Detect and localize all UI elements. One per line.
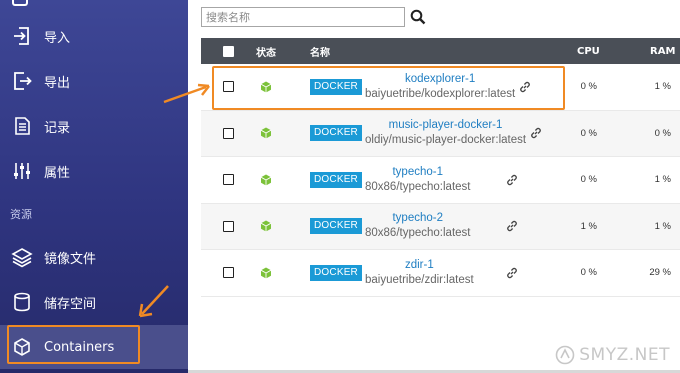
- link-icon[interactable]: [529, 126, 543, 140]
- link-icon[interactable]: [505, 219, 519, 233]
- row-checkbox[interactable]: [223, 127, 234, 139]
- search-input[interactable]: [201, 7, 405, 27]
- watermark-text: SMYZ.NET: [579, 345, 670, 365]
- sidebar-item-label: 属性: [44, 165, 71, 181]
- table-row[interactable]: DOCKER typecho-1 80x86/typecho:latest 0 …: [201, 157, 680, 204]
- select-all-checkbox[interactable]: [223, 46, 234, 57]
- container-image: 80x86/typecho:latest: [365, 180, 471, 193]
- container-name-link[interactable]: typecho-2: [392, 211, 443, 226]
- ram-value: 0 %: [654, 127, 671, 139]
- container-name-link[interactable]: zdir-1: [405, 258, 434, 273]
- sidebar-item-label: 镜像文件: [44, 251, 97, 267]
- docker-badge: DOCKER: [310, 125, 362, 142]
- container-name-link[interactable]: kodexplorer-1: [405, 72, 475, 87]
- running-status-icon: [260, 220, 272, 232]
- container-name-block: kodexplorer-1 baiyuetribe/kodexplorer:la…: [365, 64, 515, 110]
- sidebar-item-import[interactable]: 导入: [0, 14, 188, 58]
- container-name-block: zdir-1 baiyuetribe/zdir:latest: [365, 250, 474, 296]
- watermark-logo-icon: [555, 345, 575, 365]
- header-status: 状态: [256, 47, 276, 59]
- watermark: SMYZ.NET: [555, 345, 670, 365]
- link-icon[interactable]: [505, 266, 519, 280]
- header-ram: RAM: [650, 45, 676, 57]
- sidebar-item-images[interactable]: 镜像文件: [0, 235, 188, 279]
- link-icon[interactable]: [505, 173, 519, 187]
- partial-icon: [12, 0, 28, 6]
- ram-value: 1 %: [654, 220, 671, 232]
- docker-badge: DOCKER: [310, 78, 362, 95]
- search-icon: [410, 9, 426, 25]
- sidebar-item-export[interactable]: 导出: [0, 59, 188, 103]
- sidebar-item-log[interactable]: 记录: [0, 104, 188, 148]
- container-image: oldiy/music-player-docker:latest: [365, 134, 527, 147]
- running-status-icon: [260, 174, 272, 186]
- container-image: baiyuetribe/zdir:latest: [365, 273, 474, 286]
- ram-value: 1 %: [654, 81, 671, 93]
- row-checkbox[interactable]: [223, 81, 234, 93]
- main-panel: 状态 名称 CPU RAM DOCKER kodexplorer-1 baiyu…: [163, 0, 680, 373]
- section-label-resources: 资源: [10, 208, 32, 221]
- row-checkbox[interactable]: [223, 174, 234, 186]
- sidebar-item-properties[interactable]: 属性: [0, 149, 188, 193]
- search-bar: [201, 7, 429, 27]
- layers-icon: [10, 245, 34, 269]
- row-checkbox[interactable]: [223, 220, 234, 232]
- cube-icon: [10, 335, 34, 359]
- table-row[interactable]: DOCKER zdir-1 baiyuetribe/zdir:latest 0 …: [201, 250, 680, 297]
- cpu-value: 1 %: [580, 220, 597, 232]
- cpu-value: 0 %: [580, 127, 597, 139]
- table-header: 状态 名称 CPU RAM: [201, 38, 680, 64]
- cpu-value: 0 %: [580, 267, 597, 279]
- export-icon: [10, 69, 34, 93]
- sidebar-item-label: Containers: [44, 339, 115, 355]
- running-status-icon: [260, 127, 272, 139]
- header-name: 名称: [310, 47, 330, 59]
- container-image: baiyuetribe/kodexplorer:latest: [365, 87, 516, 100]
- sidebar-item-label: 导出: [44, 75, 71, 91]
- cpu-value: 0 %: [580, 81, 597, 93]
- sidebar-item-label: 记录: [44, 120, 71, 136]
- table-row[interactable]: DOCKER kodexplorer-1 baiyuetribe/kodexpl…: [201, 64, 680, 111]
- container-name-link[interactable]: music-player-docker-1: [389, 118, 503, 133]
- cpu-value: 0 %: [580, 174, 597, 186]
- import-icon: [10, 24, 34, 48]
- docker-badge: DOCKER: [310, 218, 362, 235]
- container-name-block: typecho-2 80x86/typecho:latest: [365, 204, 471, 250]
- container-name-block: typecho-1 80x86/typecho:latest: [365, 157, 471, 203]
- sidebar: 导入 导出 记录 属性 资源 镜像文件 储存空间 Containers: [0, 0, 188, 373]
- table-row[interactable]: DOCKER typecho-2 80x86/typecho:latest 1 …: [201, 203, 680, 250]
- container-name-block: music-player-docker-1 oldiy/music-player…: [365, 111, 526, 157]
- sidebar-item-containers[interactable]: Containers: [0, 325, 188, 369]
- table-row[interactable]: DOCKER music-player-docker-1 oldiy/music…: [201, 110, 680, 157]
- sidebar-item-label: 导入: [44, 30, 71, 46]
- docker-badge: DOCKER: [310, 264, 362, 281]
- properties-icon: [10, 159, 34, 183]
- running-status-icon: [260, 267, 272, 279]
- sidebar-top-stub: [0, 0, 188, 8]
- link-icon[interactable]: [518, 80, 532, 94]
- storage-icon: [10, 290, 34, 314]
- container-name-link[interactable]: typecho-1: [392, 165, 443, 180]
- containers-table: 状态 名称 CPU RAM DOCKER kodexplorer-1 baiyu…: [201, 38, 680, 297]
- ram-value: 1 %: [654, 174, 671, 186]
- header-cpu: CPU: [577, 45, 600, 57]
- search-button[interactable]: [407, 7, 429, 27]
- row-checkbox[interactable]: [223, 267, 234, 279]
- sidebar-item-label: 储存空间: [44, 296, 97, 312]
- log-icon: [10, 114, 34, 138]
- container-image: 80x86/typecho:latest: [365, 227, 471, 240]
- running-status-icon: [260, 81, 272, 93]
- sidebar-item-storage[interactable]: 储存空间: [0, 280, 188, 324]
- ram-value: 29 %: [649, 267, 671, 279]
- docker-badge: DOCKER: [310, 171, 362, 188]
